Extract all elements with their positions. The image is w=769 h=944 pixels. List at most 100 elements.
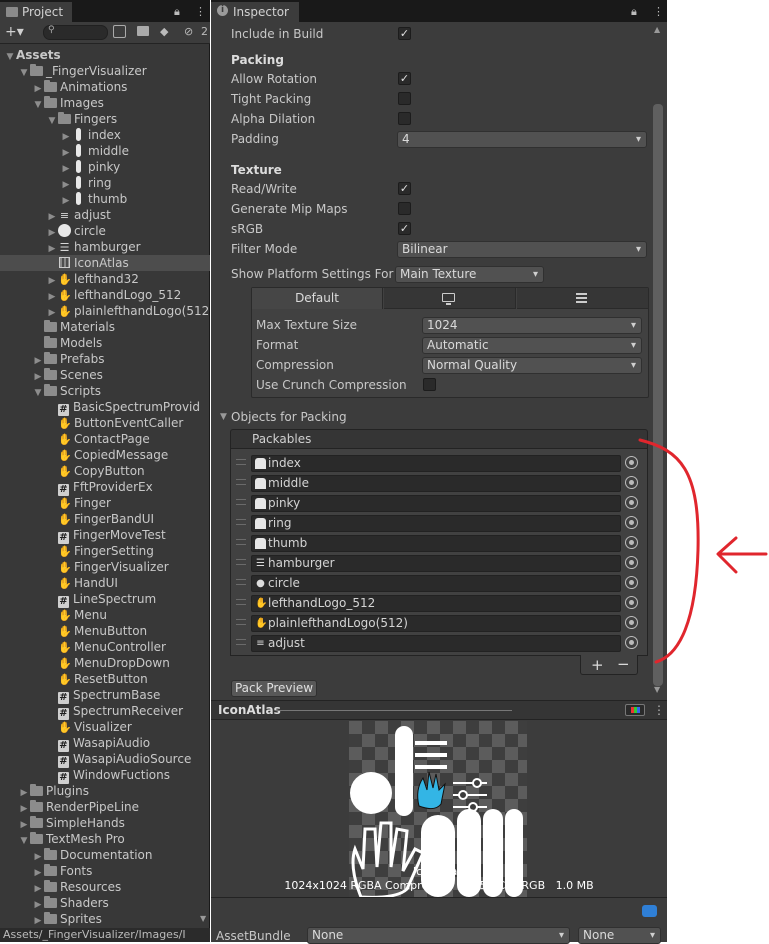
tree-item[interactable]: ▶ circle	[0, 223, 210, 239]
drag-handle-icon[interactable]	[236, 559, 246, 565]
tree-item[interactable]: ✋ HandUI	[0, 575, 210, 591]
drag-handle-icon[interactable]	[236, 639, 246, 645]
tree-item[interactable]: ▶ Scenes	[0, 367, 210, 383]
packable-object-field[interactable]: ✋ lefthandLogo_512	[251, 595, 621, 612]
bundle-tag-icon[interactable]	[642, 905, 657, 917]
drag-handle-icon[interactable]	[236, 619, 246, 625]
tree-item[interactable]: ✋ MenuDropDown	[0, 655, 210, 671]
tree-item[interactable]: # SpectrumBase	[0, 687, 210, 704]
tree-item[interactable]: ▶ middle	[0, 143, 210, 159]
drag-handle-icon[interactable]	[236, 539, 246, 545]
search-input[interactable]: ⚲	[43, 25, 108, 40]
tree-item[interactable]: ▼ TextMesh Pro	[0, 831, 210, 847]
platform-settings-dropdown[interactable]: Main Texture	[395, 266, 544, 283]
format-dropdown[interactable]: Automatic	[422, 337, 642, 354]
packable-object-field[interactable]: thumb	[251, 535, 621, 552]
inspector-kebab-icon[interactable]: ⋮	[653, 5, 664, 18]
padding-dropdown[interactable]: 4	[397, 131, 647, 148]
packable-object-field[interactable]: ✋ plainlefthandLogo(512)	[251, 615, 621, 632]
objects-foldout-arrow[interactable]: ▼	[220, 412, 227, 422]
tree-item[interactable]: ▶ pinky	[0, 159, 210, 175]
tab-grid[interactable]	[517, 288, 648, 309]
project-scrollbar-down[interactable]: ▼	[200, 914, 206, 923]
collapse-arrow-icon[interactable]: ▶	[32, 913, 44, 929]
tree-item[interactable]: ✋ MenuButton	[0, 623, 210, 639]
tree-item[interactable]: ✋ Visualizer	[0, 719, 210, 735]
tree-item[interactable]: ▶ Fonts	[0, 863, 210, 879]
tree-item[interactable]: ▶ Documentation	[0, 847, 210, 863]
tree-item[interactable]: ▶ Plugins	[0, 783, 210, 799]
tree-item[interactable]: ✋ CopyButton	[0, 463, 210, 479]
tab-inspector[interactable]: i Inspector	[211, 2, 299, 22]
tree-item[interactable]: ▼ Fingers	[0, 111, 210, 127]
add-item-button[interactable]: +	[591, 656, 604, 674]
scroll-down-icon[interactable]: ▼	[654, 685, 660, 694]
srgb-checkbox[interactable]: ✓	[398, 222, 411, 235]
drag-handle-icon[interactable]	[236, 519, 246, 525]
tree-item[interactable]: ✋ MenuController	[0, 639, 210, 655]
tab-default[interactable]: Default	[252, 288, 383, 309]
pack-preview-button[interactable]: Pack Preview	[231, 680, 317, 697]
tree-item[interactable]: ✋ Finger	[0, 495, 210, 511]
add-asset-button[interactable]: +▾	[5, 24, 24, 40]
tree-item[interactable]: ▼ _FingerVisualizer	[0, 63, 210, 79]
tree-item[interactable]: # WasapiAudio	[0, 735, 210, 752]
drag-handle-icon[interactable]	[236, 579, 246, 585]
scroll-up-icon[interactable]: ▲	[654, 25, 660, 34]
packable-object-field[interactable]: index	[251, 455, 621, 472]
drag-handle-icon[interactable]	[236, 599, 246, 605]
tree-item[interactable]: ✋ ContactPage	[0, 431, 210, 447]
tab-standalone[interactable]	[384, 288, 516, 309]
mip-maps-checkbox[interactable]	[398, 202, 411, 215]
drag-handle-icon[interactable]	[236, 479, 246, 485]
preview-kebab-icon[interactable]: ⋮	[653, 703, 665, 717]
tree-item[interactable]: # FftProviderEx	[0, 479, 210, 496]
search-by-type-icon[interactable]	[113, 25, 126, 38]
packable-object-field[interactable]: ring	[251, 515, 621, 532]
tree-item[interactable]: ▶ thumb	[0, 191, 210, 207]
tree-item[interactable]: ▶ Animations	[0, 79, 210, 95]
drag-handle-icon[interactable]	[236, 499, 246, 505]
compression-dropdown[interactable]: Normal Quality	[422, 357, 642, 374]
assetbundle-dropdown[interactable]: None	[307, 927, 570, 944]
tree-item[interactable]: ▼ Scripts	[0, 383, 210, 399]
tree-item[interactable]: ▶ Sprites	[0, 911, 210, 927]
tree-item[interactable]: # SpectrumReceiver	[0, 703, 210, 720]
tree-item[interactable]: ▶ ≡ adjust	[0, 207, 210, 223]
include-in-build-checkbox[interactable]: ✓	[398, 27, 411, 40]
tag-icon[interactable]: ◆	[160, 25, 168, 38]
alpha-dilation-checkbox[interactable]	[398, 112, 411, 125]
tree-item[interactable]: ✋ ButtonEventCaller	[0, 415, 210, 431]
hidden-packages-icon[interactable]: ⊘	[184, 25, 193, 38]
read-write-checkbox[interactable]: ✓	[398, 182, 411, 195]
tree-item[interactable]: ✋ FingerVisualizer	[0, 559, 210, 575]
allow-rotation-checkbox[interactable]: ✓	[398, 72, 411, 85]
packable-object-field[interactable]: ≡ adjust	[251, 635, 621, 652]
tab-project[interactable]: Project	[0, 2, 72, 22]
tree-item[interactable]: # WindowFuctions	[0, 767, 210, 784]
lock-icon[interactable]: 🔒︎	[174, 5, 180, 19]
tree-item[interactable]: ▶ ring	[0, 175, 210, 191]
kebab-menu-icon[interactable]: ⋮	[195, 5, 206, 18]
packable-object-field[interactable]: pinky	[251, 495, 621, 512]
packable-object-field[interactable]: ☰ hamburger	[251, 555, 621, 572]
tree-item[interactable]: ▶ index	[0, 127, 210, 143]
tree-item[interactable]: Models	[0, 335, 210, 351]
tree-item[interactable]: ▶ ✋ lefthandLogo_512	[0, 287, 210, 303]
inspector-lock-icon[interactable]: 🔒︎	[631, 5, 637, 19]
tree-item[interactable]: ▶ ✋ lefthand32	[0, 271, 210, 287]
tree-item[interactable]: ▼ Assets	[0, 47, 210, 63]
tree-item[interactable]: ▶ Resources	[0, 879, 210, 895]
tree-item[interactable]: # FingerMoveTest	[0, 527, 210, 544]
tree-item[interactable]: ✋ CopiedMessage	[0, 447, 210, 463]
tree-item[interactable]: # LineSpectrum	[0, 591, 210, 608]
max-size-dropdown[interactable]: 1024	[422, 317, 642, 334]
tree-item[interactable]: # WasapiAudioSource	[0, 751, 210, 768]
tree-item[interactable]: Materials	[0, 319, 210, 335]
packable-object-field[interactable]: middle	[251, 475, 621, 492]
packable-object-field[interactable]: ● circle	[251, 575, 621, 592]
tree-item[interactable]: ▶ ✋ plainlefthandLogo(512	[0, 303, 210, 319]
tree-item[interactable]: IconAtlas	[0, 255, 210, 271]
drag-handle-icon[interactable]	[236, 459, 246, 465]
tree-item[interactable]: ▶ RenderPipeLine	[0, 799, 210, 815]
